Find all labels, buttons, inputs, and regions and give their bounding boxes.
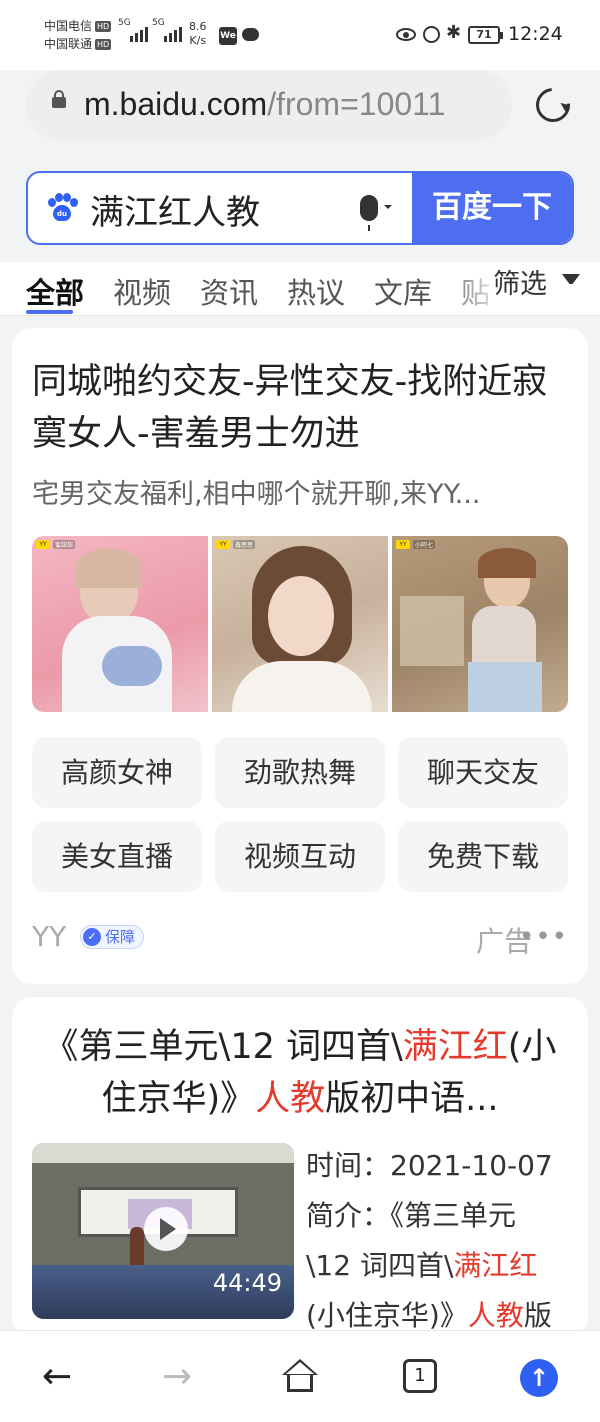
baidu-logo-text: du (53, 205, 71, 221)
forward-arrow-icon[interactable]: → (162, 1359, 192, 1395)
bottom-navigation: ← → 1 ↑ (0, 1330, 600, 1422)
photo-thumbnail[interactable]: YY 鑫思思 (212, 536, 388, 712)
network-type: 5G (118, 18, 131, 28)
filter-icon[interactable] (562, 274, 580, 292)
result-intro: 简介：《第三单元 (306, 1199, 517, 1232)
search-button[interactable]: 百度一下 (412, 173, 572, 243)
ad-quick-links: 高颜女神 劲歌热舞 聊天交友 美女直播 视频互动 免费下载 (32, 737, 568, 892)
network-speed: 8.6 K/s (189, 20, 207, 47)
quick-link-chip[interactable]: 美女直播 (32, 821, 202, 892)
more-icon[interactable]: ••• (519, 922, 568, 952)
active-tab-indicator (26, 310, 73, 314)
url-host: m.baidu.com (84, 86, 268, 122)
result-meta: 时间：2021-10-07 简介：《第三单元 \12 词四首\满江红 (小住京华… (306, 1141, 576, 1337)
address-bar[interactable]: m.baidu.com/from=10011 (26, 70, 512, 140)
chevron-down-icon[interactable] (384, 205, 392, 213)
baidu-logo-icon: du (46, 193, 78, 225)
hd-badge: HD (95, 39, 112, 50)
filter-button[interactable]: 筛选 (493, 262, 547, 301)
video-thumbnail[interactable]: 44:49 (32, 1143, 294, 1319)
video-duration: 44:49 (212, 1269, 282, 1297)
tab-news[interactable]: 资讯 (200, 270, 258, 312)
clock: 12:24 (508, 23, 563, 45)
alarm-icon (423, 26, 440, 43)
battery-icon: 71 (468, 26, 503, 44)
carrier-1: 中国电信 (44, 19, 93, 33)
quick-link-chip[interactable]: 视频互动 (215, 821, 385, 892)
quick-link-chip[interactable]: 聊天交友 (398, 737, 568, 808)
ad-footer: YY ✓ 保障 广告 ••• (32, 920, 568, 958)
reload-icon[interactable] (529, 81, 577, 129)
network-type: 5G (152, 18, 165, 28)
url-path: /from=10011 (267, 86, 446, 122)
photo-thumbnail[interactable]: YY 小阿七 (392, 536, 568, 712)
home-icon[interactable] (282, 1359, 318, 1395)
ad-result-card[interactable]: 同城啪约交友-异性交友-找附近寂寞女人-害羞男士勿进 宅男交友福利,相中哪个就开… (12, 328, 588, 984)
back-arrow-icon[interactable]: ← (42, 1359, 72, 1395)
result-title[interactable]: 《第三单元\12 词四首\满江红(小住京华)》人教版初中语... (32, 1021, 568, 1125)
tab-all[interactable]: 全部 (26, 270, 84, 312)
microphone-icon[interactable] (360, 195, 378, 231)
photo-gallery[interactable]: YY 蜜甜甜 YY 鑫思思 YY 小阿七 (32, 536, 568, 712)
signal-icon: 5G (118, 18, 148, 42)
guarantee-badge: ✓ 保障 (80, 925, 145, 949)
tabs-button[interactable]: 1 (403, 1359, 437, 1393)
search-input[interactable]: 满江红人教 (90, 185, 260, 234)
play-icon[interactable] (144, 1207, 188, 1251)
tab-discussion[interactable]: 热议 (287, 270, 345, 312)
quick-link-chip[interactable]: 劲歌热舞 (215, 737, 385, 808)
photo-thumbnail[interactable]: YY 蜜甜甜 (32, 536, 208, 712)
hd-badge: HD (95, 21, 112, 32)
carrier-info: 中国电信 HD 中国联通 HD (44, 17, 112, 53)
message-icon (242, 28, 259, 41)
lock-icon (52, 90, 66, 108)
result-time: 时间：2021-10-07 (306, 1149, 553, 1182)
ad-description: 宅男交友福利,相中哪个就开聊,来YY... (32, 479, 481, 510)
eye-comfort-icon (396, 28, 416, 41)
tab-library[interactable]: 文库 (374, 270, 432, 312)
ad-title[interactable]: 同城啪约交友-异性交友-找附近寂寞女人-害羞男士勿进 (32, 356, 568, 460)
bluetooth-icon: ✱ (446, 22, 462, 43)
tab-video[interactable]: 视频 (113, 270, 171, 312)
check-shield-icon: ✓ (83, 928, 101, 946)
ad-brand: YY (32, 920, 67, 953)
status-bar: 中国电信 HD 中国联通 HD 5G 5G 8.6 K/s We ✱ 71 12:2… (0, 0, 600, 70)
wechat-icon: We (219, 27, 237, 45)
carrier-2: 中国联通 (44, 37, 93, 51)
url-text[interactable]: m.baidu.com/from=10011 (84, 86, 445, 123)
video-result-card[interactable]: 《第三单元\12 词四首\满江红(小住京华)》人教版初中语... 44:49 时… (12, 997, 588, 1337)
signal-icon: 5G (152, 18, 182, 42)
scroll-up-icon[interactable]: ↑ (520, 1359, 558, 1397)
quick-link-chip[interactable]: 免费下载 (398, 821, 568, 892)
quick-link-chip[interactable]: 高颜女神 (32, 737, 202, 808)
search-tabs: 全部 视频 资讯 热议 文库 贴 筛选 (0, 262, 600, 316)
search-box: du 满江红人教 百度一下 (26, 171, 574, 245)
